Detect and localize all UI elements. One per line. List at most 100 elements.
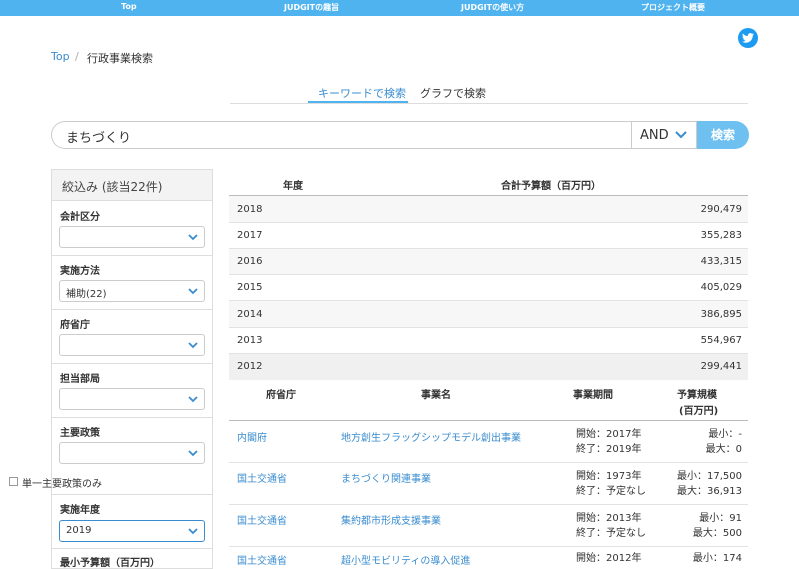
budget-year: 2014 (237, 309, 263, 320)
table-row (229, 354, 748, 380)
budget-amount: 290,479 (700, 204, 742, 215)
project-budget: 最小：91 最大：500 (642, 511, 742, 541)
budget-year: 2018 (237, 204, 263, 215)
project-name-link[interactable]: 超小型モビリティの導入促進 (341, 552, 470, 567)
search-input[interactable] (64, 126, 608, 146)
tab-keyword-search[interactable]: キーワードで検索 (318, 85, 406, 101)
chevron-down-icon (188, 288, 198, 295)
project-budget-max: 最大：0 (705, 444, 742, 455)
project-start: 開始：2012年 (576, 553, 642, 564)
table-divider (229, 546, 748, 547)
table-divider (229, 420, 748, 421)
filter-divider (52, 417, 212, 418)
year-select-value: 2019 (66, 525, 92, 536)
filter-label-min-budget: 最小予算額（百万円） (60, 558, 160, 569)
filter-label-account: 会計区分 (60, 212, 100, 223)
search-button[interactable]: 検索 (697, 121, 749, 149)
filter-label-method: 実施方法 (60, 266, 100, 277)
project-start: 開始：1973年 (576, 471, 642, 482)
method-select[interactable]: 補助(22) (59, 280, 205, 302)
chevron-down-icon (188, 396, 198, 403)
twitter-icon[interactable] (738, 28, 758, 48)
budget-amount: 386,895 (700, 309, 742, 320)
search-box (51, 121, 631, 149)
budget-amount: 299,441 (700, 361, 742, 372)
project-header-ministry: 府省庁 (266, 390, 296, 401)
table-divider (229, 274, 748, 275)
filter-divider (52, 309, 212, 310)
table-divider (229, 462, 748, 463)
breadcrumb-separator: / (75, 50, 79, 63)
budget-amount: 355,283 (700, 230, 742, 241)
project-end: 終了：予定なし (576, 528, 646, 539)
project-start: 開始：2017年 (576, 429, 642, 440)
active-tab-indicator (308, 101, 408, 103)
project-ministry-link[interactable]: 国土交通省 (237, 512, 287, 527)
filter-divider (52, 363, 212, 364)
project-header-period: 事業期間 (573, 390, 613, 401)
department-select[interactable] (59, 388, 205, 410)
filter-label-department: 担当部局 (60, 374, 100, 385)
project-period: 開始：2017年 終了：2019年 (576, 427, 641, 457)
filter-count-label: 絞込み (該当22件) (62, 180, 163, 194)
project-start: 開始：2013年 (576, 513, 642, 524)
nav-project[interactable]: プロジェクト概要 (641, 2, 705, 13)
policy-select[interactable] (59, 442, 205, 464)
project-period: 開始：2013年 終了：予定なし (576, 511, 646, 541)
project-end: 終了：2019年 (576, 444, 642, 455)
project-header-budget-unit: (百万円) (679, 406, 719, 417)
budget-amount: 433,315 (700, 256, 742, 267)
account-select[interactable] (59, 226, 205, 248)
project-name-link[interactable]: 地方創生フラッグシップモデル創出事業 (341, 429, 521, 444)
ministry-select[interactable] (59, 334, 205, 356)
project-ministry-link[interactable]: 国土交通省 (237, 552, 287, 567)
project-budget-min: 最小：174 (692, 553, 742, 564)
filter-divider (52, 494, 212, 495)
chevron-down-icon (675, 131, 687, 139)
filter-label-policy: 主要政策 (60, 428, 100, 439)
table-divider (229, 222, 748, 223)
chevron-down-icon (188, 528, 198, 535)
nav-about[interactable]: JUDGITの趣旨 (284, 2, 339, 13)
budget-header-amount: 合計予算額（百万円） (501, 181, 601, 192)
filter-header: 絞込み (該当22件) (52, 170, 212, 201)
nav-howto[interactable]: JUDGITの使い方 (461, 2, 524, 13)
table-divider (229, 504, 748, 505)
project-end: 終了：予定なし (576, 486, 646, 497)
budget-year: 2012 (237, 361, 263, 372)
project-ministry-link[interactable]: 国土交通省 (237, 470, 287, 485)
project-name-link[interactable]: 集約都市形成支援事業 (341, 512, 441, 527)
single-policy-checkbox[interactable] (9, 477, 18, 486)
project-budget: 最小：- 最大：0 (642, 427, 742, 457)
project-budget-min: 最小：- (708, 429, 742, 440)
project-budget: 最小：174 (642, 551, 742, 566)
table-divider (229, 327, 748, 328)
filter-sidebar: 絞込み (該当22件) 会計区分 実施方法 補助(22) 府省庁 担当部局 主要… (51, 169, 213, 569)
year-select[interactable]: 2019 (59, 520, 205, 542)
project-budget-min: 最小：17,500 (677, 471, 742, 482)
table-row (229, 196, 748, 222)
project-name-link[interactable]: まちづくり関連事業 (341, 470, 431, 485)
budget-year: 2016 (237, 256, 263, 267)
chevron-down-icon (188, 234, 198, 241)
table-row (229, 301, 748, 327)
budget-year: 2015 (237, 282, 263, 293)
project-budget-min: 最小：91 (699, 513, 742, 524)
filter-divider (52, 548, 212, 549)
tabs-divider (230, 103, 748, 104)
table-row (229, 249, 748, 275)
project-header-name: 事業名 (421, 390, 451, 401)
tab-graph-search[interactable]: グラフで検索 (420, 85, 486, 101)
budget-table-header (229, 168, 748, 195)
nav-top[interactable]: Top (121, 2, 137, 11)
chevron-down-icon (188, 342, 198, 349)
operator-select[interactable]: AND (631, 121, 697, 149)
budget-amount: 405,029 (700, 282, 742, 293)
method-select-value: 補助(22) (66, 289, 107, 300)
filter-label-ministry: 府省庁 (60, 320, 90, 331)
project-ministry-link[interactable]: 内閣府 (237, 429, 267, 444)
project-header-budget: 予算規模 (677, 390, 717, 401)
project-budget-max: 最大：36,913 (677, 486, 742, 497)
project-period: 開始：2012年 (576, 551, 641, 566)
breadcrumb-home[interactable]: Top (51, 50, 70, 63)
